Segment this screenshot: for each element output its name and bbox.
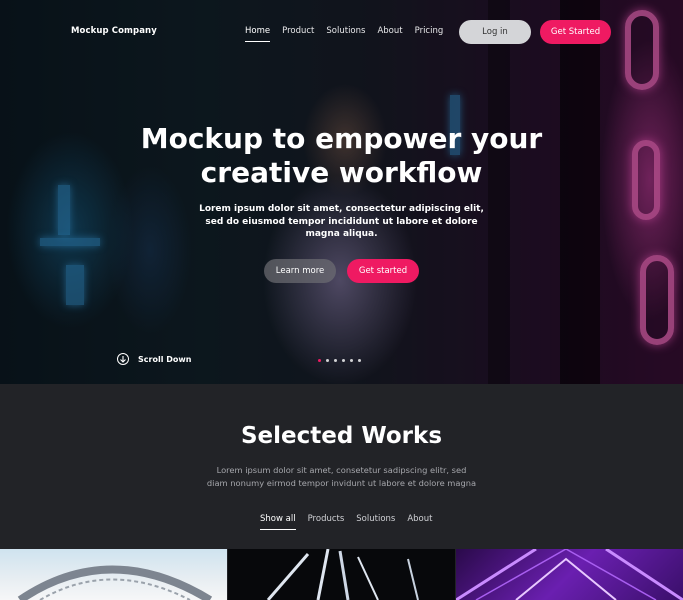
carousel-dot[interactable] <box>326 359 329 362</box>
hero-subtitle: Lorem ipsum dolor sit amet, consectetur … <box>199 204 484 239</box>
work-thumbnail-architecture[interactable] <box>0 549 227 600</box>
carousel-dot[interactable] <box>318 359 321 362</box>
hero-overlay <box>0 0 683 384</box>
hero-title-line-1: Mockup to empower your <box>140 122 543 155</box>
main-nav: Home Product Solutions About Pricing <box>245 26 455 42</box>
hero-title-line-2: creative workflow <box>200 156 483 189</box>
works-filter-tabs: Show all Products Solutions About <box>260 514 444 530</box>
filter-products[interactable]: Products <box>308 514 345 530</box>
carousel-dot[interactable] <box>342 359 345 362</box>
works-title: Selected Works <box>240 423 443 449</box>
company-logo[interactable]: Mockup Company <box>71 26 157 36</box>
nav-about[interactable]: About <box>377 26 402 42</box>
login-button[interactable]: Log in <box>459 20 531 44</box>
nav-home[interactable]: Home <box>245 26 271 42</box>
carousel-indicators <box>318 359 361 362</box>
hero-section: Mockup Company Home Product Solutions Ab… <box>0 0 683 384</box>
filter-solutions[interactable]: Solutions <box>356 514 395 530</box>
carousel-dot[interactable] <box>350 359 353 362</box>
hero-title: Mockup to empower your creative workflow <box>0 122 683 190</box>
carousel-dot[interactable] <box>334 359 337 362</box>
carousel-dot[interactable] <box>358 359 361 362</box>
scroll-down-label: Scroll Down <box>138 354 192 364</box>
get-started-header-button[interactable]: Get Started <box>540 20 611 44</box>
learn-more-button[interactable]: Learn more <box>264 259 336 283</box>
nav-product[interactable]: Product <box>282 26 314 42</box>
get-started-hero-button[interactable]: Get started <box>347 259 419 283</box>
filter-show-all[interactable]: Show all <box>260 514 296 530</box>
arrow-down-circle-icon <box>117 353 129 365</box>
work-thumbnail-neon-tunnel[interactable] <box>456 549 683 600</box>
works-subtitle: Lorem ipsum dolor sit amet, consetetur s… <box>206 465 477 488</box>
work-thumbnail-lights[interactable] <box>228 549 455 600</box>
filter-about[interactable]: About <box>407 514 432 530</box>
nav-solutions[interactable]: Solutions <box>326 26 365 42</box>
nav-pricing[interactable]: Pricing <box>415 26 444 42</box>
scroll-down-link[interactable]: Scroll Down <box>117 353 191 365</box>
